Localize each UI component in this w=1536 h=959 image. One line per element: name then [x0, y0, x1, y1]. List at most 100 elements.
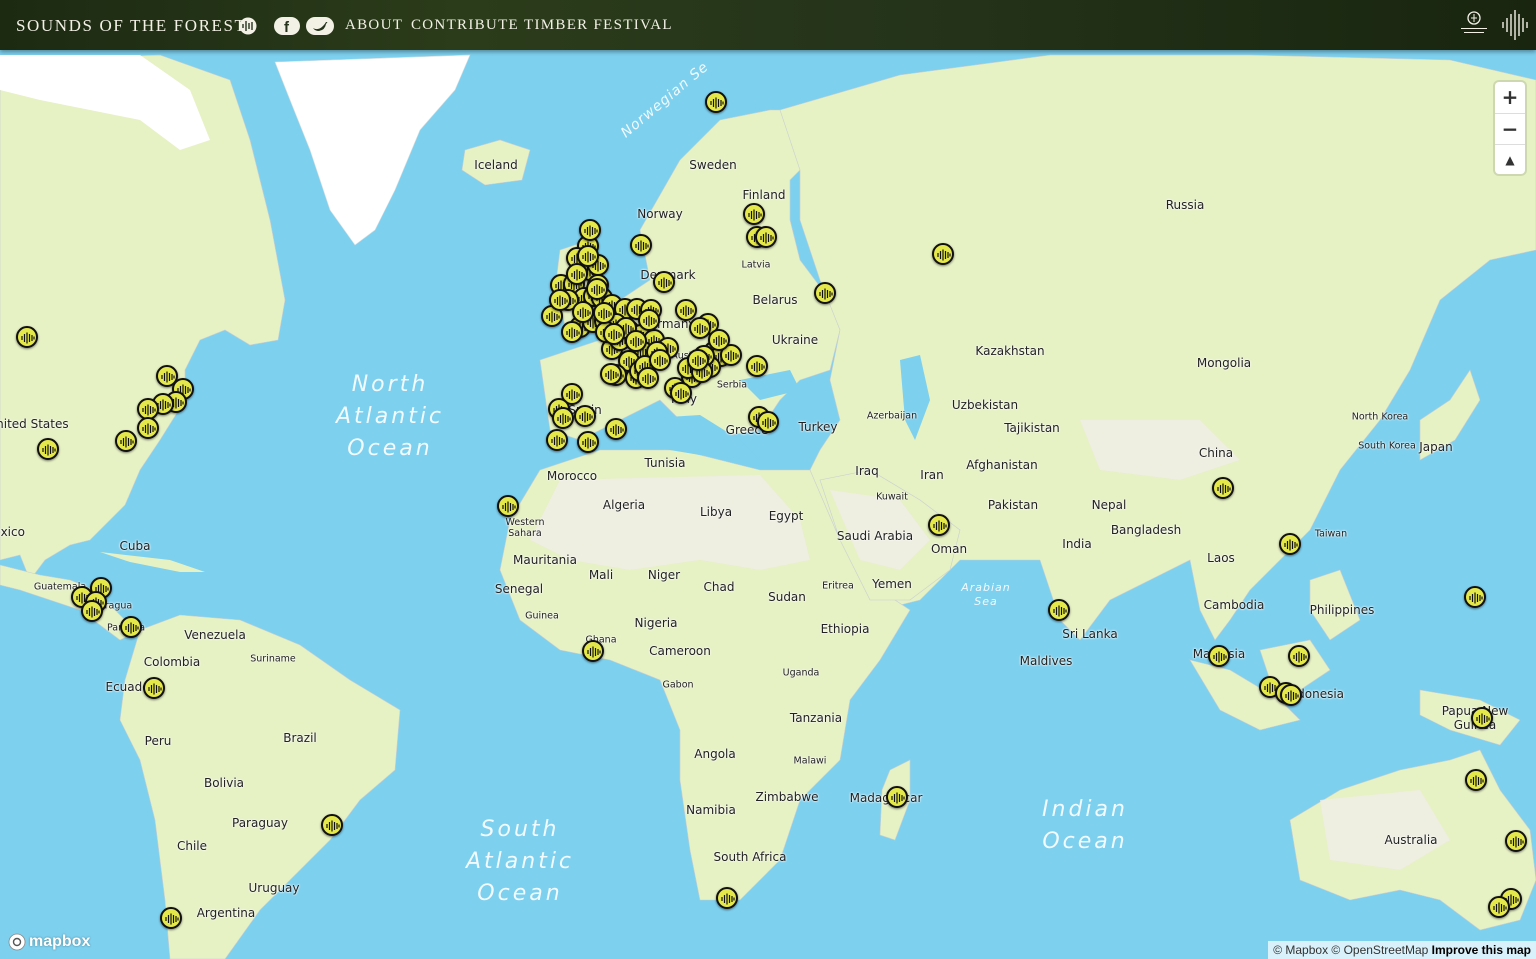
sound-marker[interactable] — [755, 226, 777, 248]
country-label: Tajikistan — [1004, 421, 1060, 435]
sound-marker[interactable] — [1048, 599, 1070, 621]
ocean-label-north-atlantic: North Atlantic Ocean — [335, 372, 445, 461]
compass-button[interactable]: ▲ — [1495, 144, 1525, 175]
sound-marker[interactable] — [757, 411, 779, 433]
nav-contribute[interactable]: CONTRIBUTE — [411, 17, 519, 34]
sound-marker[interactable] — [1280, 684, 1302, 706]
sound-marker[interactable] — [1488, 896, 1510, 918]
country-label: Cameroon — [649, 644, 711, 658]
sound-marker[interactable] — [577, 245, 599, 267]
zoom-out-button[interactable]: − — [1495, 113, 1525, 144]
sound-marker[interactable] — [653, 271, 675, 293]
world-map[interactable] — [0, 0, 1536, 959]
twitter-icon[interactable] — [306, 17, 334, 35]
sound-marker[interactable] — [1464, 586, 1486, 608]
sound-marker[interactable] — [37, 438, 59, 460]
timber-logo-icon[interactable] — [1500, 8, 1530, 46]
sound-marker[interactable] — [1288, 645, 1310, 667]
sound-wave-icon — [1053, 605, 1067, 617]
country-label: Mali — [588, 568, 614, 582]
zoom-in-button[interactable]: + — [1495, 82, 1525, 112]
sound-marker[interactable] — [705, 91, 727, 113]
sound-marker[interactable] — [115, 430, 137, 452]
country-label: Venezuela — [184, 628, 246, 642]
sound-marker[interactable] — [603, 323, 625, 345]
country-label: South Korea — [1358, 440, 1416, 452]
nav-about[interactable]: ABOUT — [345, 17, 403, 34]
sound-marker[interactable] — [572, 301, 594, 323]
sound-marker[interactable] — [1505, 830, 1527, 852]
sound-wave-icon[interactable] — [238, 17, 258, 35]
sound-marker[interactable] — [1212, 477, 1234, 499]
sound-marker[interactable] — [552, 407, 574, 429]
sound-marker[interactable] — [137, 417, 159, 439]
sound-marker[interactable] — [160, 907, 182, 929]
sound-marker[interactable] — [637, 367, 659, 389]
country-label: Iran — [920, 468, 944, 482]
sound-marker[interactable] — [16, 326, 38, 348]
sound-marker[interactable] — [932, 243, 954, 265]
sound-marker[interactable] — [1208, 645, 1230, 667]
country-label: Paraguay — [231, 816, 289, 830]
mapbox-logo[interactable]: mapbox — [8, 933, 90, 951]
sound-marker[interactable] — [670, 382, 692, 404]
sound-marker[interactable] — [574, 405, 596, 427]
sound-marker[interactable] — [81, 600, 103, 622]
sound-wave-icon — [819, 288, 833, 300]
sound-marker[interactable] — [630, 234, 652, 256]
sound-wave-icon — [582, 437, 596, 449]
zoom-control: + − ▲ — [1495, 82, 1525, 174]
sound-marker[interactable] — [579, 219, 601, 241]
country-label: Oman — [930, 542, 968, 556]
country-label: Belarus — [752, 293, 798, 307]
sound-marker[interactable] — [582, 640, 604, 662]
improve-map-link[interactable]: Improve this map — [1432, 943, 1531, 957]
sound-wave-icon — [86, 606, 100, 618]
sound-marker[interactable] — [561, 321, 583, 343]
sound-marker[interactable] — [143, 677, 165, 699]
sound-marker[interactable] — [593, 302, 615, 324]
sound-marker[interactable] — [1279, 533, 1301, 555]
sound-wave-icon — [120, 436, 134, 448]
sound-marker[interactable] — [625, 330, 647, 352]
sound-marker[interactable] — [743, 203, 765, 225]
country-label: Suriname — [250, 653, 296, 665]
sound-marker[interactable] — [638, 309, 660, 331]
sound-wave-icon — [142, 404, 156, 416]
national-forest-logo[interactable] — [1458, 8, 1492, 44]
sound-wave-icon — [605, 369, 619, 381]
sound-marker[interactable] — [1471, 707, 1493, 729]
sound-wave-icon — [598, 308, 612, 320]
sound-marker[interactable] — [746, 355, 768, 377]
sound-wave-icon — [566, 389, 580, 401]
sound-marker[interactable] — [886, 786, 908, 808]
facebook-icon[interactable]: f — [274, 17, 300, 36]
sound-wave-icon — [937, 249, 951, 261]
sound-marker[interactable] — [687, 349, 709, 371]
site-title[interactable]: SOUNDS OF THE FOREST — [16, 16, 247, 36]
country-label: Mongolia — [1196, 356, 1252, 370]
sound-marker[interactable] — [600, 363, 622, 385]
sound-marker[interactable] — [605, 418, 627, 440]
sound-marker[interactable] — [814, 282, 836, 304]
country-label: Laos — [1207, 551, 1235, 565]
nav-timber-festival[interactable]: TIMBER FESTIVAL — [524, 17, 673, 34]
sound-wave-icon — [591, 284, 605, 296]
sound-marker[interactable] — [716, 887, 738, 909]
sound-marker[interactable] — [120, 616, 142, 638]
sound-marker[interactable] — [546, 429, 568, 451]
country-label: Ukraine — [771, 333, 819, 347]
sound-marker[interactable] — [1465, 769, 1487, 791]
sound-marker[interactable] — [497, 495, 519, 517]
sound-wave-icon — [762, 417, 776, 429]
sound-marker[interactable] — [586, 278, 608, 300]
sound-marker[interactable] — [549, 289, 571, 311]
attribution-text[interactable]: © Mapbox © OpenStreetMap — [1273, 943, 1428, 957]
sound-marker[interactable] — [708, 329, 730, 351]
sound-wave-icon — [579, 411, 593, 423]
sound-marker[interactable] — [577, 431, 599, 453]
country-label: Eritrea — [822, 580, 854, 592]
sound-marker[interactable] — [321, 814, 343, 836]
sound-wave-icon — [148, 683, 162, 695]
sound-marker[interactable] — [928, 514, 950, 536]
